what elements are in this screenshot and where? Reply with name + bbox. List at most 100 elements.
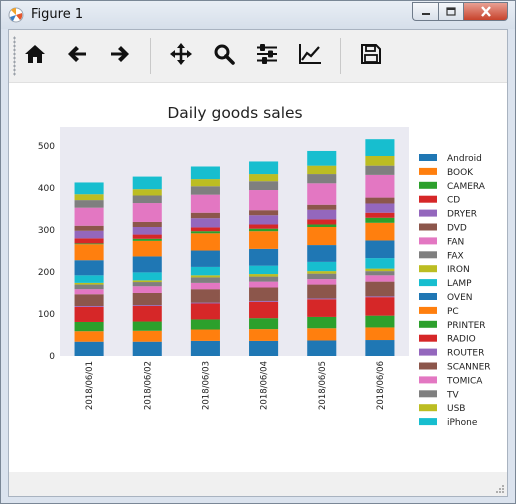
- bar-segment: [74, 260, 104, 276]
- x-tick-label: 2018/06/01: [85, 361, 95, 410]
- bar-segment: [74, 331, 104, 342]
- legend-swatch: [419, 265, 437, 273]
- x-axis-ticks: 2018/06/01 2018/06/02 2018/06/03 2018/06/04…: [85, 361, 386, 410]
- resize-grip-icon[interactable]: [495, 484, 505, 494]
- legend-label: SCANNER: [447, 363, 491, 373]
- bar-segment: [190, 179, 220, 187]
- x-tick-label: 2018/06/02: [143, 361, 153, 410]
- bar-segment: [190, 212, 220, 219]
- legend: Android BOOK CAMERA CD DRYER DVD FAN FAX IRON LAM…: [419, 154, 491, 428]
- bar-segment: [365, 275, 395, 282]
- figure-canvas[interactable]: Daily goods sales 0 100 200 300 400 500 2018/…: [9, 83, 507, 472]
- zoom-magnifier-icon[interactable]: [211, 41, 237, 67]
- y-tick-label: 400: [38, 184, 55, 194]
- legend-label: RADIO: [447, 335, 476, 345]
- legend-swatch: [419, 306, 437, 314]
- maximize-button[interactable]: [438, 2, 463, 21]
- bar-segment: [365, 139, 395, 156]
- y-tick-label: 300: [38, 226, 55, 236]
- bar-segment: [307, 150, 337, 166]
- bar-segment: [132, 240, 162, 257]
- legend-swatch: [419, 390, 437, 398]
- legend-swatch: [419, 167, 437, 175]
- back-arrow-icon[interactable]: [64, 41, 90, 67]
- legend-label: USB: [447, 404, 465, 414]
- y-tick-label: 100: [38, 310, 55, 320]
- bar-segment: [307, 298, 337, 300]
- stacked-bar-chart: Daily goods sales 0 100 200 300 400 500 2018/…: [38, 104, 491, 428]
- bar-segment: [249, 248, 279, 266]
- close-button[interactable]: [463, 2, 508, 21]
- bar-segment: [307, 271, 337, 274]
- pan-move-icon[interactable]: [168, 41, 194, 67]
- bar-segment: [365, 268, 395, 272]
- bar-segment: [249, 231, 279, 249]
- bar-segment: [307, 183, 337, 205]
- toolbar-separator: [150, 38, 151, 74]
- navigation-toolbar: [9, 30, 507, 83]
- legend-swatch: [419, 195, 437, 203]
- configure-subplots-icon[interactable]: [254, 41, 280, 67]
- legend-label: Android: [447, 154, 482, 164]
- home-icon[interactable]: [22, 41, 48, 67]
- bar-segment: [365, 222, 395, 241]
- bar-segment: [307, 219, 337, 225]
- toolbar-grip[interactable]: [13, 36, 16, 76]
- bar-segment: [132, 234, 162, 239]
- bar-segment: [132, 306, 162, 322]
- bar-segment: [365, 165, 395, 175]
- bar-segment: [365, 217, 395, 223]
- title-bar[interactable]: Figure 1: [1, 1, 515, 29]
- bar-segment: [132, 221, 162, 227]
- bar-segment: [365, 281, 395, 297]
- bar-segment: [307, 261, 337, 272]
- bar-segment: [190, 194, 220, 213]
- figure-window: Figure 1 Daily goods sales 0 100 200 300…: [0, 0, 516, 504]
- status-bar: [9, 472, 507, 496]
- bar-segment: [365, 174, 395, 198]
- minimize-button[interactable]: [412, 2, 438, 21]
- legend-swatch: [419, 181, 437, 189]
- bar-segment: [249, 340, 279, 356]
- bar-segment: [365, 340, 395, 356]
- bar-segment: [132, 203, 162, 222]
- bar-segment: [132, 256, 162, 273]
- bar-segment: [74, 200, 104, 208]
- bar-segment: [249, 274, 279, 277]
- bar-segment: [132, 292, 162, 306]
- legend-label: PC: [447, 307, 459, 317]
- legend-swatch: [419, 279, 437, 287]
- x-tick-label: 2018/06/05: [318, 361, 328, 410]
- save-disk-icon[interactable]: [358, 41, 384, 67]
- bar-segment: [74, 207, 104, 226]
- bar-segment: [74, 225, 104, 231]
- maximize-icon: [446, 7, 456, 16]
- forward-arrow-icon[interactable]: [107, 41, 133, 67]
- bar-segment: [249, 161, 279, 175]
- bar-segment: [74, 244, 104, 261]
- bar-segment: [190, 231, 220, 234]
- bar-segment: [132, 321, 162, 331]
- bar-segment: [249, 287, 279, 301]
- chart-title: Daily goods sales: [167, 104, 302, 122]
- bar-segment: [132, 189, 162, 196]
- legend-swatch: [419, 209, 437, 217]
- edit-axis-icon[interactable]: [297, 41, 323, 67]
- bar-segment: [132, 305, 162, 306]
- legend-label: iPhone: [447, 418, 478, 428]
- matplotlib-app-icon: [8, 7, 24, 23]
- bar-segment: [190, 340, 220, 356]
- bar-segment: [249, 190, 279, 211]
- legend-label: DRYER: [447, 210, 477, 220]
- y-tick-label: 500: [38, 142, 55, 152]
- y-tick-label: 0: [49, 352, 55, 362]
- bar-segment: [190, 266, 220, 276]
- bar-segment: [365, 315, 395, 328]
- bar-segment: [307, 224, 337, 227]
- bar-segment: [365, 197, 395, 204]
- legend-swatch: [419, 154, 437, 161]
- bar-segment: [132, 195, 162, 204]
- bar-segment: [74, 182, 104, 195]
- bar-segment: [74, 238, 104, 244]
- bar-segment: [132, 282, 162, 287]
